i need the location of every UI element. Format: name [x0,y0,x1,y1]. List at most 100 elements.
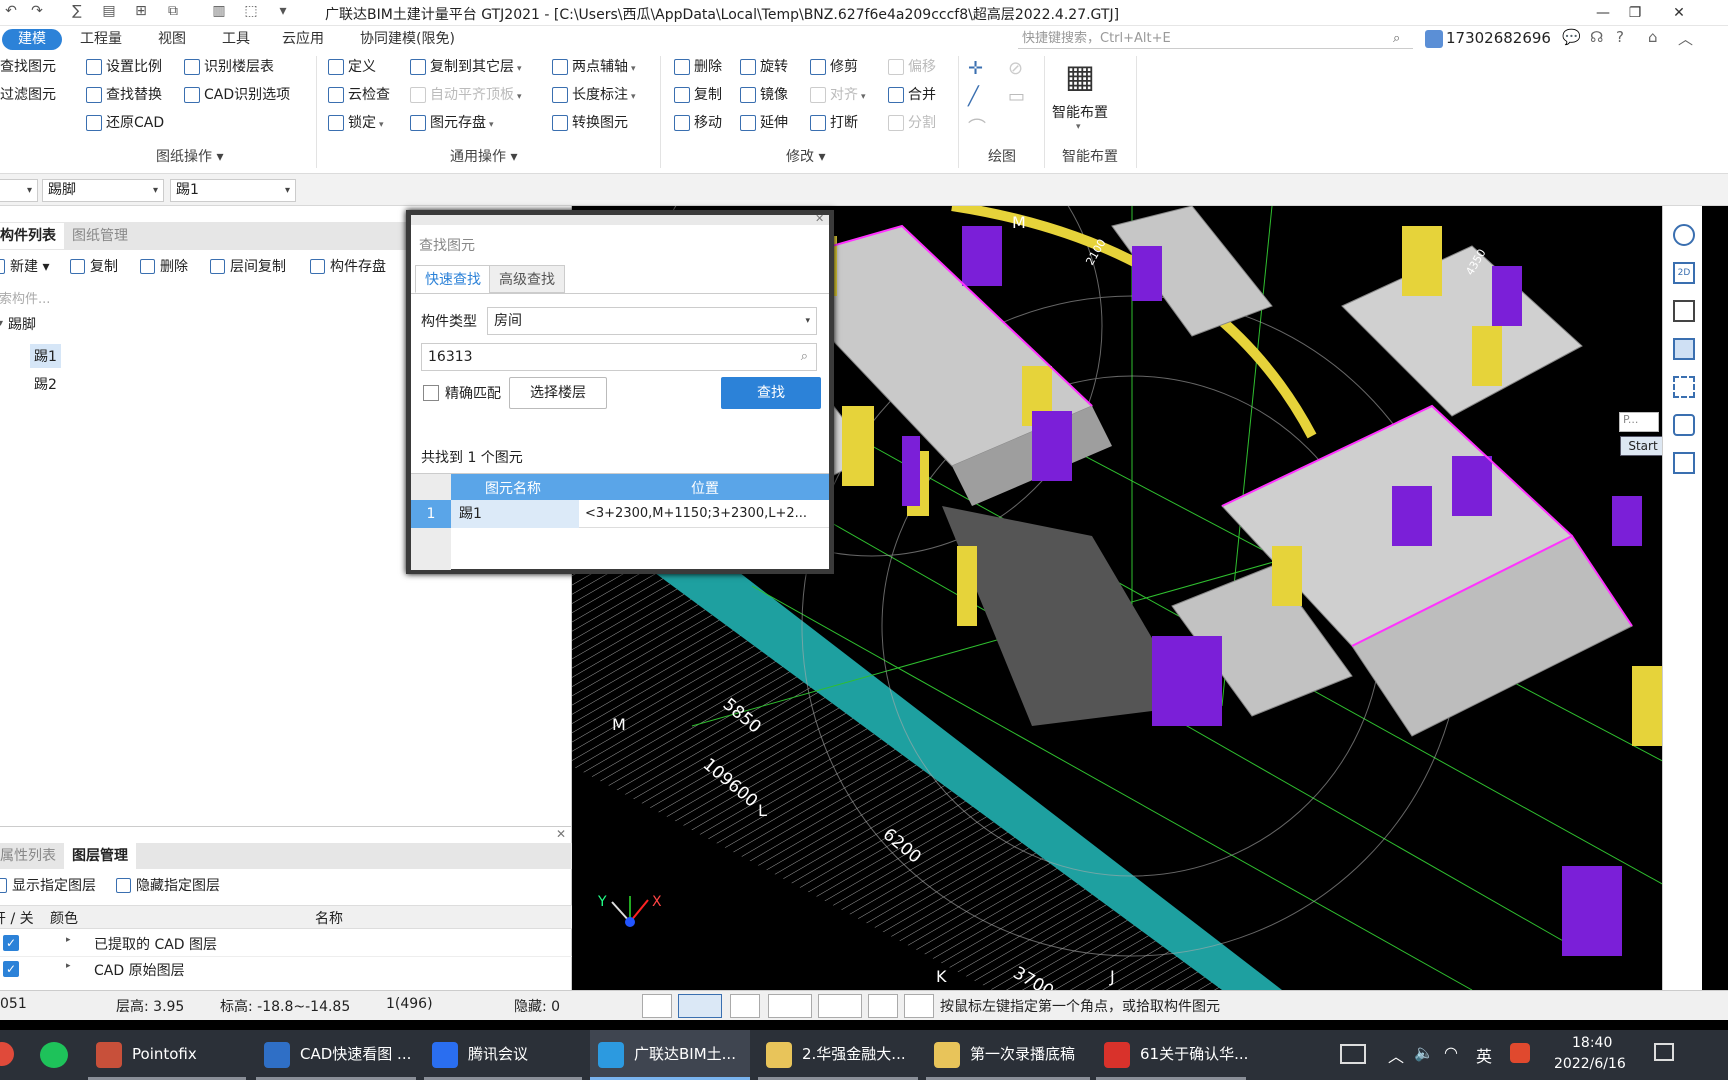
shortcut-search-input[interactable]: 快捷键搜索，Ctrl+Alt+E [1018,29,1413,49]
keyboard-icon[interactable] [1340,1044,1366,1064]
group-label-drawing[interactable]: 图纸操作 ▾ [156,146,223,166]
offset-button[interactable]: 偏移 [886,56,936,78]
cube-icon[interactable] [1673,414,1695,436]
exact-match-checkbox[interactable] [423,385,439,401]
floor-copy-icon[interactable]: ▤ [98,3,120,23]
tab-component-list[interactable]: 构件列表 [0,223,64,249]
select-mode-icon[interactable] [678,994,722,1018]
task-folder-1[interactable]: 2.华强金融大... [758,1030,918,1080]
delete-component-button[interactable]: 删除 [138,256,188,278]
category-combo[interactable]: 踢脚 ▾ [42,179,164,202]
close-icon[interactable]: ✕ [815,212,824,225]
delete-button[interactable]: 删除 [672,56,722,78]
menu-quantity[interactable]: 工程量 [70,29,132,50]
merge-button[interactable]: 合并 [886,84,936,106]
convert-element-button[interactable]: 转换图元 [550,112,628,134]
shaded-view-icon[interactable] [1673,338,1695,360]
tab-advanced-find[interactable]: 高级查找 [489,265,565,293]
app-icon[interactable] [0,1042,14,1066]
cloud-check-button[interactable]: 云检查 [326,84,390,106]
cad-options-button[interactable]: CAD识别选项 [182,84,290,106]
redo-icon[interactable]: ↷ [26,3,48,23]
chevron-up-icon[interactable]: ︿ [1388,1043,1404,1067]
report-icon[interactable]: ▥ [208,3,230,23]
identify-floor-table-button[interactable]: 识别楼层表 [182,56,274,78]
start-button[interactable]: Start [1620,436,1666,456]
tree-node-item[interactable]: 踢2 [34,374,57,394]
copy-component-button[interactable]: 复制 [68,256,118,278]
avatar[interactable] [1425,30,1443,48]
mirror-button[interactable]: 镜像 [738,84,788,106]
collapse-ribbon-icon[interactable]: ︿ [1678,28,1693,49]
notification-icon[interactable] [1654,1043,1674,1061]
close-icon[interactable]: ✕ [556,827,566,841]
tab-quick-find[interactable]: 快速查找 [415,265,491,293]
break-button[interactable]: 打断 [808,112,858,134]
wechat-icon[interactable] [40,1042,68,1068]
save-component-button[interactable]: 构件存盘 [308,256,386,278]
tree-node-item[interactable]: 踢1 [30,344,61,368]
group-label-modify[interactable]: 修改 ▾ [786,146,825,166]
filter-element-button[interactable]: 过滤图元 [0,84,56,106]
two-point-axis-button[interactable]: 两点辅轴 ▾ [550,56,636,78]
lock-button[interactable]: 锁定 ▾ [326,112,384,134]
layer-checkbox[interactable]: ✓ [3,935,19,951]
headset-icon[interactable]: ☊ [1590,28,1603,46]
component-search-input[interactable]: 搜索构件... [0,288,50,307]
properties-icon[interactable] [1673,452,1695,474]
new-button[interactable]: 新建 ▾ [0,256,49,278]
table-row[interactable]: 1 踢1 <3+2300,M+1150;3+2300,L+2... [411,500,829,528]
volume-icon[interactable]: 🔈 [1414,1043,1434,1062]
line-draw-icon[interactable]: ╱ [968,86,979,107]
search-input[interactable]: 16313 ⌕ [421,343,817,371]
smart-layout-button[interactable]: 智能布置 [1052,102,1108,122]
wifi-icon[interactable]: ◠ [1444,1043,1458,1062]
minimize-icon[interactable]: — [1588,2,1618,24]
task-tencent-meeting[interactable]: 腾讯会议 [424,1030,582,1080]
floor-combo[interactable]: ▾ [0,179,38,202]
extend-button[interactable]: 延伸 [738,112,788,134]
auto-align-slab-button[interactable]: 自动平齐顶板 ▾ [408,84,522,106]
message-icon[interactable]: 💬 [1562,28,1581,46]
skin-icon[interactable]: ⌂ [1648,28,1658,46]
tab-drawing-management[interactable]: 图纸管理 [64,223,136,249]
task-cad-viewer[interactable]: CAD快速看图 ... [256,1030,416,1080]
menu-collab[interactable]: 协同建模(限免) [350,29,465,50]
fullscreen-icon[interactable] [1673,376,1695,398]
find-replace-button[interactable]: 查找替换 [84,84,162,106]
tab-property-list[interactable]: 属性列表 [0,843,64,869]
tree-node-root[interactable]: 踢脚 [8,314,36,334]
ime-indicator[interactable]: 英 [1476,1043,1492,1067]
type-select[interactable]: 房间 ▾ [487,307,817,335]
show-layer-button[interactable]: 显示指定图层 [0,875,96,897]
sum-icon[interactable]: ∑ [66,3,88,23]
dynamic-input-icon[interactable] [868,994,898,1018]
restore-icon[interactable]: ❐ [1620,2,1650,24]
floor-copy-button[interactable]: 层间复制 [208,256,286,278]
select-floor-button[interactable]: 选择楼层 [509,377,607,409]
sogou-icon[interactable] [1510,1043,1530,1063]
save-element-button[interactable]: 图元存盘 ▾ [408,112,494,134]
orbit-icon[interactable] [1673,224,1695,246]
length-dimension-button[interactable]: 长度标注 ▾ [550,84,636,106]
hide-layer-button[interactable]: 隐藏指定图层 [114,875,220,897]
smart-layout-icon[interactable]: ▦ [1060,56,1100,96]
move-button[interactable]: 移动 [672,112,722,134]
menu-view[interactable]: 视图 [148,29,196,50]
trim-button[interactable]: 修剪 [808,56,858,78]
layer-checkbox[interactable]: ✓ [3,961,19,977]
chevron-down-icon[interactable]: ▾ [1076,122,1081,132]
task-gtj[interactable]: 广联达BIM土... [590,1030,750,1080]
task-pointofix[interactable]: Pointofix [88,1030,246,1080]
cross-icon[interactable] [730,994,760,1018]
component-icon[interactable]: ⧉ [162,3,184,23]
set-scale-button[interactable]: 设置比例 [84,56,162,78]
restore-cad-button[interactable]: 还原CAD [84,112,164,134]
3d-box-icon[interactable] [1673,300,1695,322]
find-button[interactable]: 查找 [721,377,821,409]
expand-icon[interactable]: ▸ [66,961,71,971]
menu-modeling[interactable]: 建模 [2,29,62,50]
element-name-cell[interactable]: 踢1 [451,500,579,528]
table-row[interactable]: ✓ ▸ 已提取的 CAD 图层 [0,931,572,957]
copy-to-other-floor-button[interactable]: 复制到其它层 ▾ [408,56,522,78]
